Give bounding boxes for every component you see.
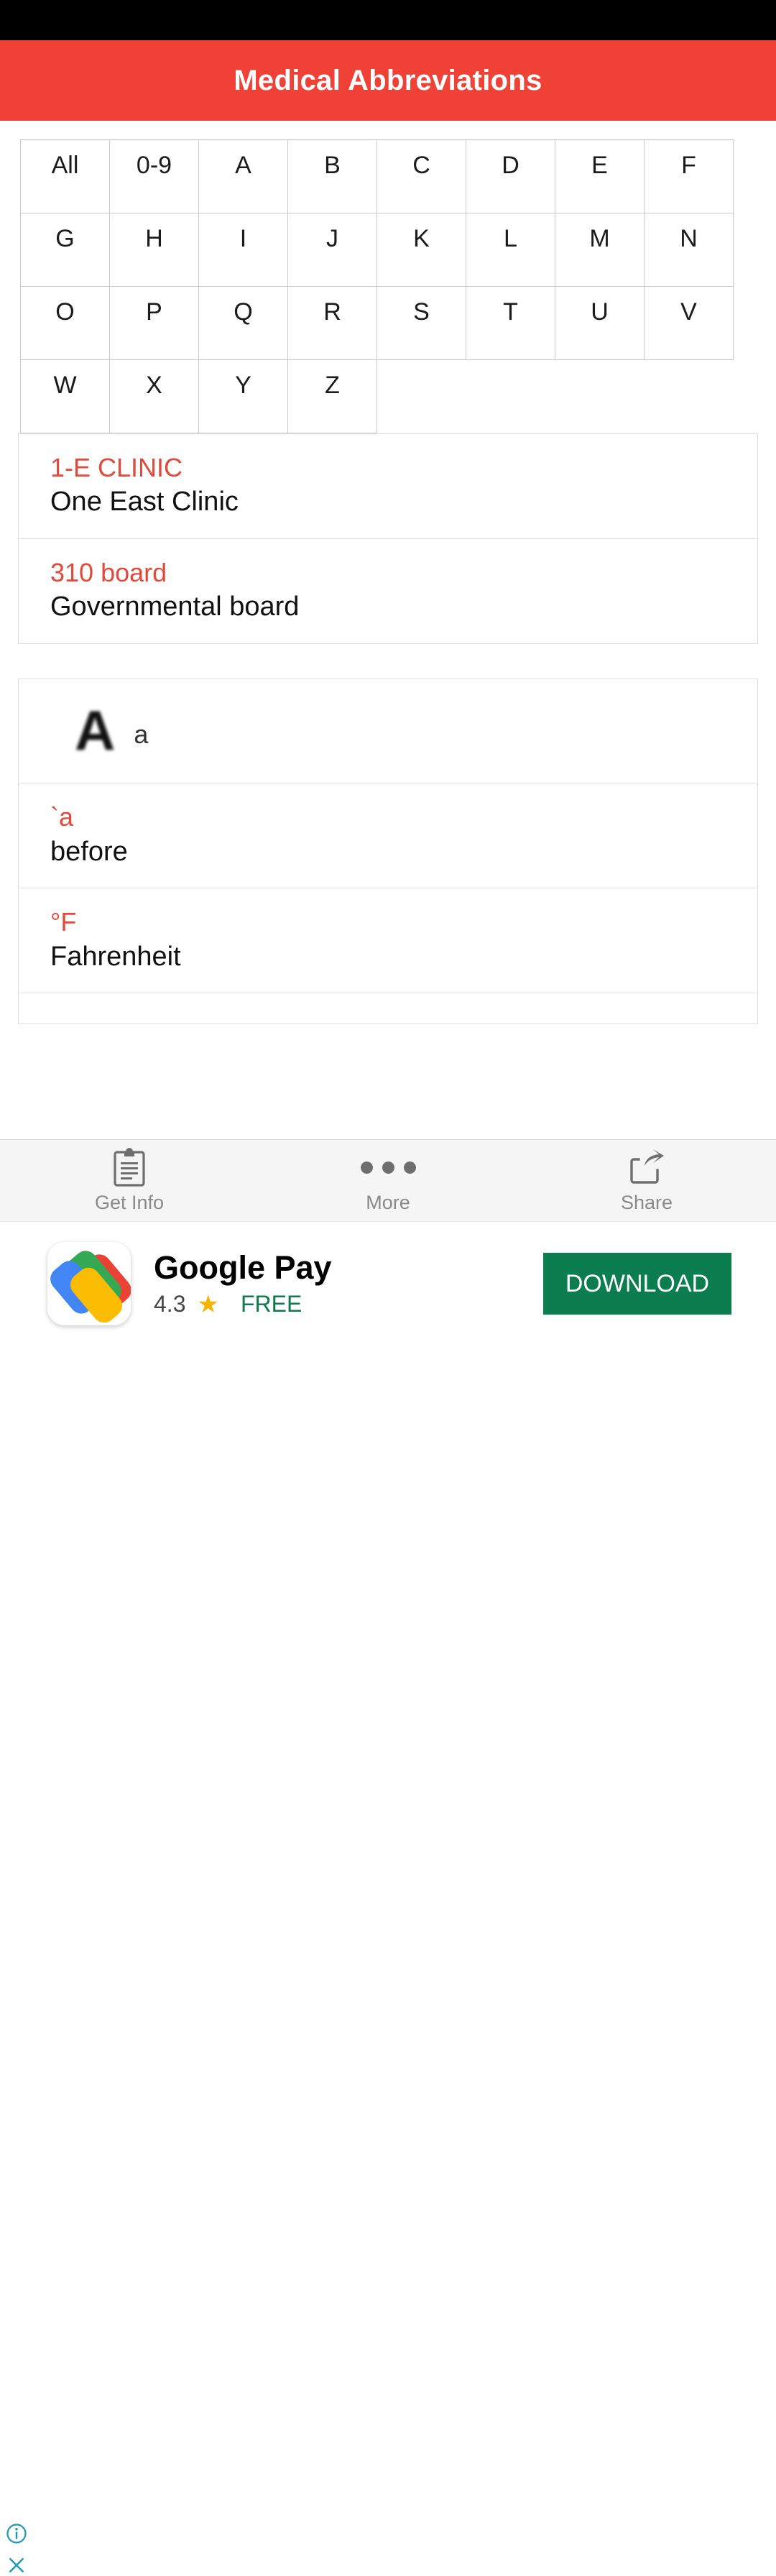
abbreviation-meaning: before bbox=[50, 836, 128, 867]
google-pay-logo-icon bbox=[47, 1242, 131, 1325]
alphabet-row: All 0-9 A B C D E F bbox=[20, 139, 734, 213]
alpha-key-l[interactable]: L bbox=[466, 213, 555, 287]
alpha-key-f[interactable]: F bbox=[644, 139, 734, 213]
alpha-key-u[interactable]: U bbox=[555, 286, 645, 360]
section-header[interactable]: A a bbox=[19, 679, 757, 784]
alpha-key-0-9[interactable]: 0-9 bbox=[109, 139, 199, 213]
alpha-cell-empty bbox=[644, 359, 734, 433]
toolbar-label-get-info: Get Info bbox=[94, 1192, 165, 1213]
alpha-key-d[interactable]: D bbox=[466, 139, 555, 213]
ad-app-name: Google Pay bbox=[154, 1248, 332, 1286]
list-item[interactable]: 310 board Governmental board bbox=[19, 539, 757, 643]
alpha-key-c[interactable]: C bbox=[377, 139, 466, 213]
alpha-key-x[interactable]: X bbox=[109, 359, 199, 433]
abbreviation-group: 1-E CLINIC One East Clinic 310 board Gov… bbox=[18, 433, 758, 645]
alpha-key-r[interactable]: R bbox=[287, 286, 377, 360]
bottom-toolbar: Get Info More Share bbox=[0, 1139, 776, 1221]
alpha-key-e[interactable]: E bbox=[555, 139, 645, 213]
alpha-key-p[interactable]: P bbox=[109, 286, 199, 360]
ad-meta-row: 4.3 ★ FREE bbox=[154, 1291, 543, 1317]
close-icon[interactable] bbox=[6, 2554, 27, 2576]
app-header: Medical Abbreviations bbox=[0, 40, 776, 121]
alpha-key-h[interactable]: H bbox=[109, 213, 199, 287]
alpha-key-w[interactable]: W bbox=[20, 359, 110, 433]
abbreviation-term: 310 board bbox=[50, 558, 167, 588]
alphabet-row: W X Y Z bbox=[20, 359, 734, 433]
ellipsis-icon bbox=[360, 1147, 416, 1187]
abbreviation-list[interactable]: 1-E CLINIC One East Clinic 310 board Gov… bbox=[0, 433, 776, 1025]
alphabet-row: G H I J K L M N bbox=[20, 213, 734, 287]
clipboard-icon bbox=[111, 1147, 148, 1187]
download-button[interactable]: DOWNLOAD bbox=[543, 1253, 731, 1315]
abbreviation-term: °F bbox=[50, 907, 77, 937]
alpha-key-g[interactable]: G bbox=[20, 213, 110, 287]
alpha-key-a[interactable]: A bbox=[198, 139, 288, 213]
alpha-cell-empty bbox=[466, 359, 555, 433]
alpha-key-i[interactable]: I bbox=[198, 213, 288, 287]
ellipsis-dot bbox=[382, 1161, 394, 1174]
toolbar-item-more[interactable]: More bbox=[259, 1147, 517, 1214]
alpha-cell-empty bbox=[377, 359, 466, 433]
ad-price-label: FREE bbox=[240, 1291, 302, 1317]
alpha-key-o[interactable]: O bbox=[20, 286, 110, 360]
ellipsis-dot bbox=[360, 1161, 373, 1174]
alpha-key-b[interactable]: B bbox=[287, 139, 377, 213]
section-letter-large: A bbox=[75, 699, 116, 763]
abbreviation-group: A a `a before °F Fahrenheit bbox=[18, 678, 758, 1025]
abbreviation-meaning: One East Clinic bbox=[50, 487, 239, 518]
section-letter-small: a bbox=[134, 719, 149, 750]
abbreviation-term: 1-E CLINIC bbox=[50, 453, 183, 482]
share-icon bbox=[627, 1147, 667, 1187]
list-item[interactable]: `a before bbox=[19, 783, 757, 889]
alpha-key-k[interactable]: K bbox=[377, 213, 466, 287]
abbreviation-term: `a bbox=[50, 802, 74, 832]
list-item[interactable]: °F Fahrenheit bbox=[19, 888, 757, 994]
abbreviation-meaning: Fahrenheit bbox=[50, 941, 181, 972]
list-item-partial[interactable] bbox=[19, 993, 757, 1024]
alpha-cell-empty bbox=[555, 359, 645, 433]
alpha-key-all[interactable]: All bbox=[20, 139, 110, 213]
ad-banner[interactable]: Google Pay 4.3 ★ FREE DOWNLOAD bbox=[0, 1221, 776, 2572]
toolbar-item-share[interactable]: Share bbox=[517, 1147, 776, 1214]
ad-content: Google Pay 4.3 ★ FREE DOWNLOAD bbox=[0, 1222, 776, 1337]
alpha-key-z[interactable]: Z bbox=[287, 359, 377, 433]
ad-rating-value: 4.3 bbox=[154, 1291, 186, 1317]
alpha-key-s[interactable]: S bbox=[377, 286, 466, 360]
star-icon: ★ bbox=[197, 1290, 219, 1318]
alpha-key-y[interactable]: Y bbox=[198, 359, 288, 433]
toolbar-label-share: Share bbox=[620, 1192, 673, 1213]
page-title: Medical Abbreviations bbox=[234, 64, 542, 96]
ad-text-block: Google Pay 4.3 ★ FREE bbox=[154, 1250, 543, 1318]
alpha-key-j[interactable]: J bbox=[287, 213, 377, 287]
alpha-key-t[interactable]: T bbox=[466, 286, 555, 360]
abbreviation-meaning: Governmental board bbox=[50, 592, 300, 622]
info-icon[interactable] bbox=[6, 2523, 27, 2544]
alphabet-filter: All 0-9 A B C D E F G H I J K L M N O P … bbox=[0, 121, 776, 433]
alpha-key-n[interactable]: N bbox=[644, 213, 734, 287]
status-bar bbox=[0, 0, 776, 40]
alphabet-grid: All 0-9 A B C D E F G H I J K L M N O P … bbox=[20, 139, 734, 433]
list-item[interactable]: 1-E CLINIC One East Clinic bbox=[19, 434, 757, 540]
alpha-key-v[interactable]: V bbox=[644, 286, 734, 360]
alpha-key-q[interactable]: Q bbox=[198, 286, 288, 360]
alpha-key-m[interactable]: M bbox=[555, 213, 645, 287]
ellipsis-dot bbox=[403, 1161, 416, 1174]
toolbar-item-get-info[interactable]: Get Info bbox=[0, 1147, 259, 1214]
toolbar-label-more: More bbox=[366, 1192, 410, 1213]
ad-controls bbox=[6, 2523, 27, 2576]
alphabet-row: O P Q R S T U V bbox=[20, 286, 734, 360]
